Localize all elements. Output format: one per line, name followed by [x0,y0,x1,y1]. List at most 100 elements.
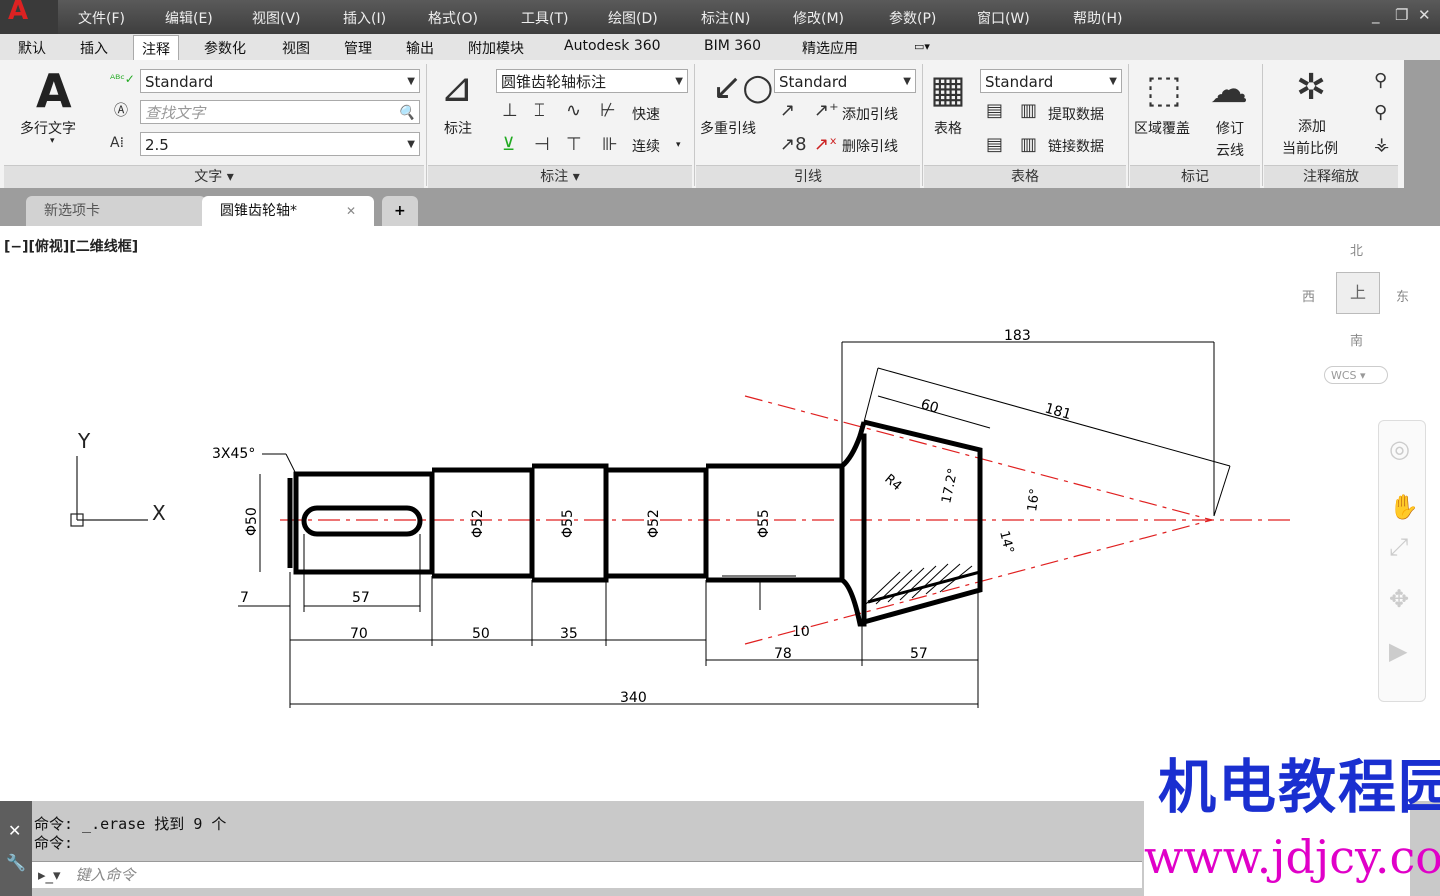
minimize-button[interactable]: _ [1372,6,1380,24]
add-tab-button[interactable]: + [382,196,418,226]
menu-format[interactable]: 格式(O) [428,8,478,28]
close-icon[interactable]: ✕ [346,196,356,226]
tab-bim360[interactable]: BIM 360 [704,38,761,54]
extract-data-icon[interactable]: ▥ [1020,102,1037,120]
wrench-icon[interactable]: 🔧 [6,853,26,872]
drawing-canvas[interactable]: [−][俯视][二维线框] Y X 3X45° Φ50 Φ52 Φ55 Φ52 … [0,226,1440,801]
viewcube-top-face[interactable]: 上 [1336,272,1380,314]
markup-panel-title[interactable]: 标记 [1130,165,1260,188]
quick-dim-label[interactable]: 快速 [632,104,660,124]
mtext-dropdown-icon[interactable]: ▾ [50,136,55,146]
command-prompt-icon[interactable]: ▸_▾ [38,866,61,884]
leader-style-combo[interactable]: Standard ▼ [774,69,916,93]
add-scale-label-2[interactable]: 当前比例 [1282,138,1338,158]
restore-button[interactable]: ❐ [1395,6,1408,24]
scale-visibility-icon[interactable]: ⚶ [1374,136,1389,154]
tab-default[interactable]: 默认 [18,38,46,58]
text-height-icon[interactable]: A⁞ [110,134,124,152]
revcloud-label-2[interactable]: 云线 [1216,140,1244,160]
steering-wheel-icon[interactable]: ◎ [1389,435,1410,463]
text-height-combo[interactable]: 2.5 ▼ [140,132,420,156]
mtext-label[interactable]: 多行文字 [20,118,76,138]
wipeout-label[interactable]: 区域覆盖 [1134,118,1190,138]
menu-help[interactable]: 帮助(H) [1073,8,1122,28]
dim-break-icon[interactable]: ⊣ [534,136,550,154]
menu-tools[interactable]: 工具(T) [521,8,568,28]
add-leader-icon[interactable]: ↗⁺ [814,102,839,120]
menu-file[interactable]: 文件(F) [78,8,125,28]
doc-tab-new[interactable]: 新选项卡 [26,196,206,226]
select-scale-icon[interactable]: ⚲ [1374,104,1387,122]
menu-insert[interactable]: 插入(I) [343,8,386,28]
spellcheck-icon[interactable]: ᴬᴮᶜ✓ [110,70,135,88]
viewcube-north[interactable]: 北 [1350,240,1363,259]
menu-draw[interactable]: 绘图(D) [608,8,658,28]
tab-insert[interactable]: 插入 [80,38,108,58]
remove-leader-label[interactable]: 删除引线 [842,136,898,156]
remove-leader-icon[interactable]: ↗ˣ [814,136,837,154]
tab-view[interactable]: 视图 [282,38,310,58]
doc-tab-drawing[interactable]: 圆锥齿轮轴* ✕ [202,196,374,226]
viewcube-south[interactable]: 南 [1350,330,1363,349]
dim-jog-icon[interactable]: ∿ [566,102,581,120]
app-logo[interactable]: A [0,0,58,34]
menu-view[interactable]: 视图(V) [252,8,301,28]
text-style-combo[interactable]: Standard ▼ [140,69,420,93]
dim-style-combo[interactable]: 圆锥齿轮轴标注 ▼ [496,69,688,93]
orbit-icon[interactable]: ✥ [1389,585,1409,613]
scaling-panel-title[interactable]: 注释缩放 [1264,165,1398,188]
find-text-input[interactable]: 查找文字 🔍 [140,100,420,124]
viewcube-west[interactable]: 西 [1302,286,1315,305]
dimension-panel-title[interactable]: 标注 ▾ [428,165,692,188]
revcloud-label-1[interactable]: 修订 [1216,118,1244,138]
table-label[interactable]: 表格 [934,118,962,138]
tab-manage[interactable]: 管理 [344,38,372,58]
dim-space-icon[interactable]: ⊤ [566,136,582,154]
dim-check-icon[interactable]: ⊻ [502,136,515,154]
showmotion-icon[interactable]: ▶ [1389,637,1407,665]
add-leader-label[interactable]: 添加引线 [842,104,898,124]
continue-dim-label[interactable]: 连续 [632,136,660,156]
zoom-icon[interactable]: ⤢ [1389,533,1408,561]
ribbon-toggle-icon[interactable]: ▭▾ [914,40,930,53]
text-panel-title[interactable]: 文字 ▾ [4,165,424,188]
tab-annotate[interactable]: 注释 [133,35,179,62]
find-text-icon[interactable]: Ⓐ [114,102,128,120]
find-icon[interactable]: 🔍 [398,101,415,123]
menu-edit[interactable]: 编辑(E) [165,8,213,28]
continue-dim-icon[interactable]: ⊪ [602,136,618,154]
table-merge-icon[interactable]: ▤ [986,102,1003,120]
menu-parametric[interactable]: 参数(P) [889,8,936,28]
tab-addins[interactable]: 附加模块 [468,38,524,58]
table-panel-title[interactable]: 表格 [924,165,1126,188]
extract-data-label[interactable]: 提取数据 [1048,104,1104,124]
add-scale-label-1[interactable]: 添加 [1298,116,1326,136]
revcloud-icon[interactable]: ☁ [1210,70,1248,108]
multileader-icon[interactable]: ↙○ [712,70,774,106]
table-style-combo[interactable]: Standard ▼ [980,69,1122,93]
dim-text-icon[interactable]: ⌶ [534,102,545,120]
dimension-icon[interactable]: ⊿ [440,68,474,108]
add-scale-icon[interactable]: ✲ [1296,70,1326,106]
pan-icon[interactable]: ✋ [1389,493,1419,521]
menu-modify[interactable]: 修改(M) [793,8,844,28]
command-input[interactable]: ▸_▾ 键入命令 [32,861,1142,888]
leader-align-icon[interactable]: ↗ [780,102,795,120]
quick-dim-icon[interactable]: ⊬ [600,102,616,120]
tab-output[interactable]: 输出 [406,38,434,58]
wipeout-icon[interactable]: ⬚ [1146,70,1182,108]
table-icon[interactable]: ▦ [930,70,966,108]
multileader-label[interactable]: 多重引线 [700,118,756,138]
close-icon[interactable]: ✕ [8,821,21,840]
dimension-label[interactable]: 标注 [444,118,472,138]
mtext-icon[interactable]: A [36,68,72,114]
link-data-icon[interactable]: ▥ [1020,136,1037,154]
tab-autodesk360[interactable]: Autodesk 360 [564,38,661,54]
leader-panel-title[interactable]: 引线 [696,165,920,188]
wcs-menu[interactable]: WCS ▾ [1324,366,1388,384]
menu-dimension[interactable]: 标注(N) [701,8,750,28]
sync-scale-icon[interactable]: ⚲ [1374,72,1387,90]
close-button[interactable]: ✕ [1418,6,1431,24]
table-export-icon[interactable]: ▤ [986,136,1003,154]
dim-linear-icon[interactable]: ⊥ [502,102,518,120]
